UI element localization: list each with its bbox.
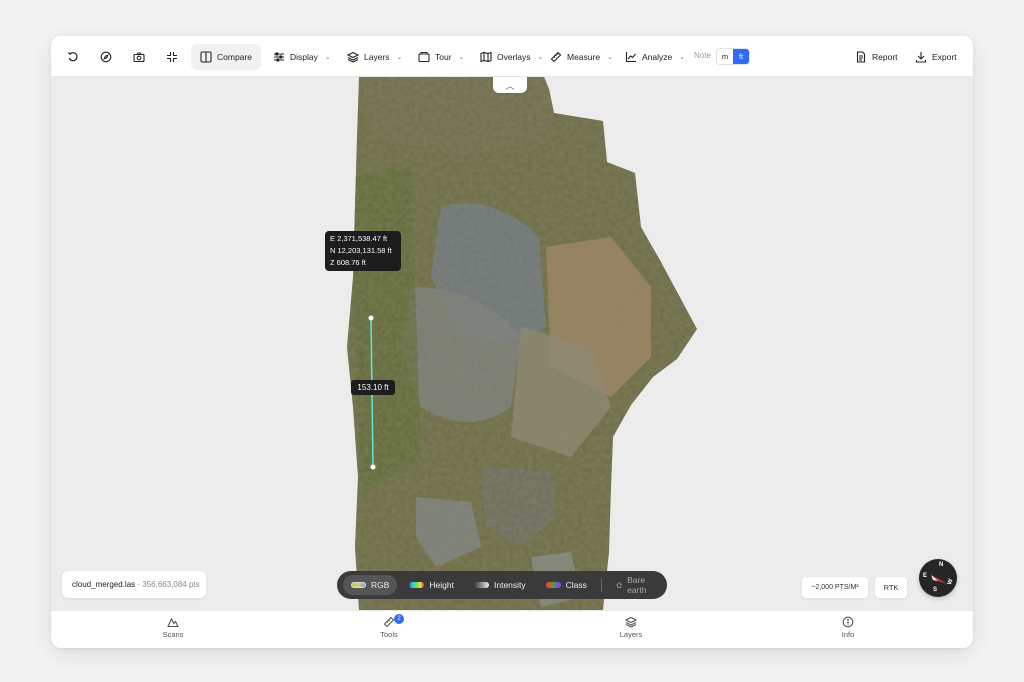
split-view-icon	[200, 51, 212, 63]
divider	[600, 578, 602, 592]
screenshot-button[interactable]	[133, 44, 145, 70]
measure-point-end[interactable]	[370, 464, 376, 470]
layers-icon	[347, 51, 359, 63]
compass-widget[interactable]: N E W S	[919, 559, 957, 597]
document-icon	[856, 51, 866, 63]
app-window: Compare Display ⌄ Layers ⌄ Tour ⌄ Overla…	[51, 36, 973, 648]
class-swatch-icon	[545, 582, 561, 588]
unit-m-option[interactable]: m	[717, 49, 733, 64]
unit-ft-option[interactable]: ft	[733, 49, 749, 64]
coord-elevation: Z 608.76 ft	[330, 258, 366, 267]
info-icon	[842, 616, 854, 628]
nav-tools-label: Tools	[380, 630, 398, 639]
file-point-count: · 356,663,084 pts	[135, 580, 200, 589]
measure-point-start[interactable]	[368, 315, 374, 321]
chevron-down-icon: ⌄	[679, 54, 686, 61]
tour-icon	[418, 51, 430, 63]
measurement-label: 153.10 ft	[351, 380, 395, 395]
height-swatch-icon	[409, 582, 425, 588]
fit-view-button[interactable]	[166, 44, 178, 70]
collapse-arrows-icon	[167, 52, 177, 62]
compass-n: N	[939, 562, 944, 568]
chevron-down-icon: ⌄	[324, 54, 331, 61]
color-mode-rgb[interactable]: RGB	[343, 575, 398, 595]
export-button[interactable]: Export	[915, 44, 957, 70]
chevron-down-icon: ⌄	[396, 54, 403, 61]
display-menu[interactable]: Display ⌄	[273, 44, 331, 70]
sliders-icon	[274, 52, 284, 62]
unit-note: Note	[694, 51, 711, 60]
line-chart-icon	[625, 52, 636, 63]
intensity-label: Intensity	[494, 580, 526, 590]
coordinate-tooltip: E 2,371,538.47 ft N 12,203,131.58 ft Z 6…	[325, 231, 401, 271]
analyze-menu[interactable]: Analyze ⌄	[625, 44, 685, 70]
rgb-swatch-icon	[351, 582, 366, 588]
unit-toggle: m ft	[716, 48, 750, 65]
nav-scans-label: Scans	[162, 630, 184, 639]
class-label: Class	[565, 580, 587, 590]
color-mode-class[interactable]: Class	[538, 575, 595, 595]
chevron-up-icon: ︿	[505, 80, 515, 91]
color-mode-bar: RGB Height Intensity Class Bare earth	[337, 571, 667, 599]
compass-e: E	[923, 573, 928, 579]
bottom-nav: Scans 2 Tools Layers Info	[51, 610, 973, 648]
nav-layers[interactable]: Layers	[601, 616, 661, 639]
coord-northing: N 12,203,131.58 ft	[330, 246, 392, 255]
top-toolbar: Compare Display ⌄ Layers ⌄ Tour ⌄ Overla…	[51, 36, 973, 77]
point-cloud-viewport[interactable]: ︿ E 2,371,538.47 ft N 12,203,131.58 ft Z…	[51, 77, 973, 610]
export-label: Export	[932, 52, 957, 62]
navigate-button[interactable]	[100, 44, 112, 70]
measure-label: Measure	[567, 52, 601, 62]
layers-label: Layers	[364, 52, 390, 62]
chevron-down-icon: ⌄	[458, 54, 465, 61]
chevron-down-icon: ⌄	[537, 54, 544, 61]
compass-s: S	[933, 587, 938, 593]
file-name: cloud_merged.las	[72, 580, 136, 589]
tour-menu[interactable]: Tour ⌄	[418, 44, 464, 70]
analyze-label: Analyze	[642, 52, 673, 62]
layers-icon	[625, 616, 637, 628]
download-icon	[915, 52, 927, 63]
nav-layers-label: Layers	[619, 630, 643, 639]
ruler-icon	[550, 51, 562, 63]
map-icon	[480, 51, 492, 63]
overlays-menu[interactable]: Overlays ⌄	[480, 44, 543, 70]
layers-menu[interactable]: Layers ⌄	[347, 44, 402, 70]
home-icon	[616, 582, 622, 588]
tour-label: Tour	[435, 52, 452, 62]
mountain-icon	[167, 617, 179, 628]
reset-view-button[interactable]	[67, 44, 79, 70]
report-label: Report	[872, 52, 898, 62]
collapse-toolbar-button[interactable]: ︿	[493, 77, 527, 93]
compare-button[interactable]: Compare	[191, 44, 261, 70]
color-mode-height[interactable]: Height	[401, 575, 462, 595]
point-cloud-render	[347, 77, 697, 610]
nav-info-label: Info	[841, 630, 855, 639]
chevron-down-icon: ⌄	[607, 54, 613, 61]
color-mode-intensity[interactable]: Intensity	[466, 575, 534, 595]
height-label: Height	[429, 580, 454, 590]
nav-scans[interactable]: Scans	[143, 616, 203, 639]
overlays-label: Overlays	[497, 52, 531, 62]
rtk-chip: RTK	[875, 577, 907, 598]
camera-icon	[133, 52, 145, 63]
report-button[interactable]: Report	[855, 44, 898, 70]
nav-tools[interactable]: 2 Tools	[359, 614, 419, 639]
display-label: Display	[290, 52, 318, 62]
nav-info[interactable]: Info	[818, 616, 878, 639]
bare-earth-toggle[interactable]: Bare earth	[608, 575, 661, 595]
point-density-chip: ~2,000 PTS/M²	[802, 577, 868, 598]
bare-earth-label: Bare earth	[627, 575, 647, 595]
measure-menu[interactable]: Measure ⌄	[550, 44, 613, 70]
coord-easting: E 2,371,538.47 ft	[330, 234, 388, 243]
undo-icon	[68, 52, 78, 62]
tools-badge: 2	[394, 614, 404, 624]
compare-label: Compare	[217, 52, 252, 62]
rgb-label: RGB	[371, 580, 390, 590]
intensity-swatch-icon	[474, 582, 489, 588]
compass-icon	[100, 51, 112, 63]
file-info-chip: cloud_merged.las · 356,663,084 pts	[62, 571, 206, 598]
